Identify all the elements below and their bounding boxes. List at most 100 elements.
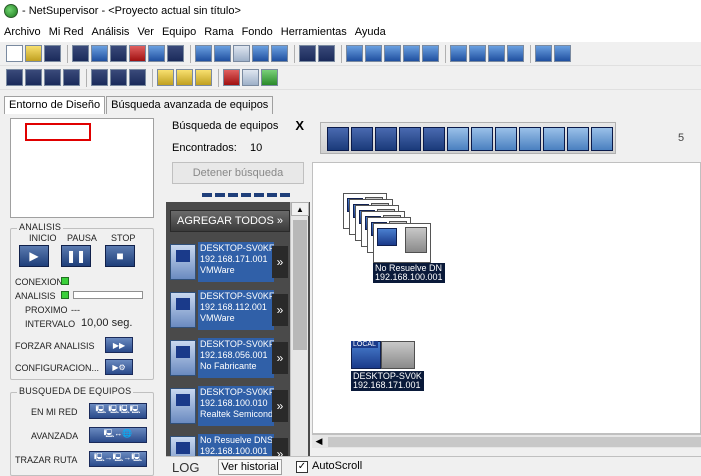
autoscroll-checkbox[interactable]: ✓	[296, 461, 308, 473]
start-button[interactable]: ▶	[19, 245, 49, 267]
menu-ver[interactable]: Ver	[137, 26, 154, 38]
canvas-horizontal-scrollbar[interactable]: ◀	[312, 434, 701, 448]
wifi-icon[interactable]	[271, 45, 288, 62]
stop-button[interactable]: ■	[105, 245, 135, 267]
menu-archivo[interactable]: Archivo	[4, 26, 41, 38]
share-3-icon[interactable]	[488, 45, 505, 62]
tab-advanced-search[interactable]: Búsqueda avanzada de equipos	[106, 96, 274, 114]
report-icon[interactable]	[167, 45, 184, 62]
grid-icon[interactable]	[110, 45, 127, 62]
config-button[interactable]: ▶⚙	[105, 359, 133, 375]
window-4-icon[interactable]	[63, 69, 80, 86]
stop-search-button[interactable]: Detener búsqueda	[172, 162, 304, 184]
add-device-button[interactable]: »	[272, 342, 288, 374]
view-icon[interactable]	[91, 45, 108, 62]
canvas-scroll-thumb[interactable]	[328, 437, 701, 447]
menu-mi-red[interactable]: Mi Red	[49, 26, 84, 38]
force-analysis-button[interactable]: ▶▶	[105, 337, 133, 353]
connection-label: CONEXION	[15, 277, 64, 287]
device-item[interactable]: DESKTOP-SV0KF2 192.168.112.001 VMWare »	[170, 288, 288, 332]
panel-3-icon[interactable]	[129, 69, 146, 86]
help-icon[interactable]	[535, 45, 552, 62]
network-canvas[interactable]: No Resuelve DN 192.168.100.001 LOCAL DES…	[312, 162, 701, 434]
menu-analisis[interactable]: Análisis	[92, 26, 130, 38]
device-item[interactable]: DESKTOP-SV0KF2 192.168.056.001 No Fabric…	[170, 336, 288, 380]
device-item[interactable]: DESKTOP-SV0KF2 192.168.171.001 VMWare »	[170, 240, 288, 284]
dns-icon[interactable]	[384, 45, 401, 62]
view-history-button[interactable]: Ver historial	[218, 459, 282, 475]
network-icon[interactable]	[252, 45, 269, 62]
menu-ayuda[interactable]: Ayuda	[355, 26, 386, 38]
window-1-icon[interactable]	[6, 69, 23, 86]
layout-icon[interactable]	[72, 45, 89, 62]
preview-selection[interactable]	[25, 123, 91, 141]
menu-herramientas[interactable]: Herramientas	[281, 26, 347, 38]
server-icon[interactable]	[375, 127, 397, 151]
add-device-button[interactable]: »	[272, 294, 288, 326]
device-list-scrollbar[interactable]: ▲ ▼	[290, 202, 309, 472]
menu-fondo[interactable]: Fondo	[242, 26, 273, 38]
alert-icon[interactable]	[129, 45, 146, 62]
window-3-icon[interactable]	[44, 69, 61, 86]
scroll-left-icon[interactable]: ◀	[312, 435, 326, 448]
open-folder-icon[interactable]	[25, 45, 42, 62]
menu-equipo[interactable]: Equipo	[162, 26, 196, 38]
panel-1-icon[interactable]	[91, 69, 108, 86]
device-vendor: Realtek Semicondu	[200, 409, 274, 419]
branch-icon[interactable]	[233, 45, 250, 62]
refresh-icon[interactable]	[261, 69, 278, 86]
switch-icon[interactable]	[471, 127, 493, 151]
link-icon[interactable]	[195, 45, 212, 62]
server-icon[interactable]	[403, 45, 420, 62]
dropdown-icon[interactable]	[554, 45, 571, 62]
connect-icon[interactable]	[214, 45, 231, 62]
desktop-icon[interactable]	[351, 127, 373, 151]
list-icon[interactable]	[223, 69, 240, 86]
device-ip: 192.168.056.001	[200, 350, 268, 360]
add-device-button[interactable]: »	[272, 390, 288, 422]
device-item[interactable]: DESKTOP-SV0KF2 192.168.100.010 Realtek S…	[170, 384, 288, 428]
antenna-icon[interactable]	[567, 127, 589, 151]
laptop-icon[interactable]	[327, 127, 349, 151]
schedule-icon[interactable]	[242, 69, 259, 86]
window-2-icon[interactable]	[25, 69, 42, 86]
http-icon[interactable]	[195, 69, 212, 86]
tab-design[interactable]: Entorno de Diseño	[4, 96, 106, 114]
overview-preview[interactable]	[10, 118, 154, 218]
tower-icon[interactable]	[399, 127, 421, 151]
ap-icon[interactable]	[543, 127, 565, 151]
ports-icon[interactable]	[299, 45, 316, 62]
router-icon[interactable]	[447, 127, 469, 151]
ip-icon[interactable]	[365, 45, 382, 62]
my-network-button[interactable]: 🖳 🖳🖳🖳	[89, 403, 147, 419]
add-device-button[interactable]: »	[272, 246, 288, 278]
hub-icon[interactable]	[495, 127, 517, 151]
scroll-thumb[interactable]	[293, 220, 307, 350]
share-icon[interactable]	[450, 45, 467, 62]
save-icon[interactable]	[44, 45, 61, 62]
share-2-icon[interactable]	[469, 45, 486, 62]
share-4-icon[interactable]	[507, 45, 524, 62]
ping-icon[interactable]	[157, 69, 174, 86]
advanced-button[interactable]: 🖳↔🌐	[89, 427, 147, 443]
device-vendor: VMWare	[200, 313, 235, 323]
next-label: PROXIMO	[25, 305, 68, 315]
scroll-up-icon[interactable]: ▲	[291, 202, 309, 216]
port-detail-icon[interactable]	[318, 45, 335, 62]
port-icon[interactable]	[176, 69, 193, 86]
add-all-button[interactable]: AGREGAR TODOS »	[170, 210, 290, 232]
firewall-icon[interactable]	[519, 127, 541, 151]
trace-route-button[interactable]: 🖳→🖳→🖳	[89, 451, 147, 467]
monitor-icon[interactable]	[346, 45, 363, 62]
pause-button[interactable]: ❚❚	[61, 245, 91, 267]
phone-icon[interactable]	[591, 127, 613, 151]
panel-2-icon[interactable]	[110, 69, 127, 86]
local-node[interactable]: LOCAL DESKTOP-SV0K 192.168.171.001	[351, 341, 424, 391]
screen-icon[interactable]	[422, 45, 439, 62]
rack-icon[interactable]	[423, 127, 445, 151]
map-icon[interactable]	[148, 45, 165, 62]
new-file-icon[interactable]	[6, 45, 23, 62]
menu-rama[interactable]: Rama	[204, 26, 233, 38]
device-name: No Resuelve DNS	[200, 435, 274, 445]
close-search-button[interactable]: X	[295, 118, 304, 133]
